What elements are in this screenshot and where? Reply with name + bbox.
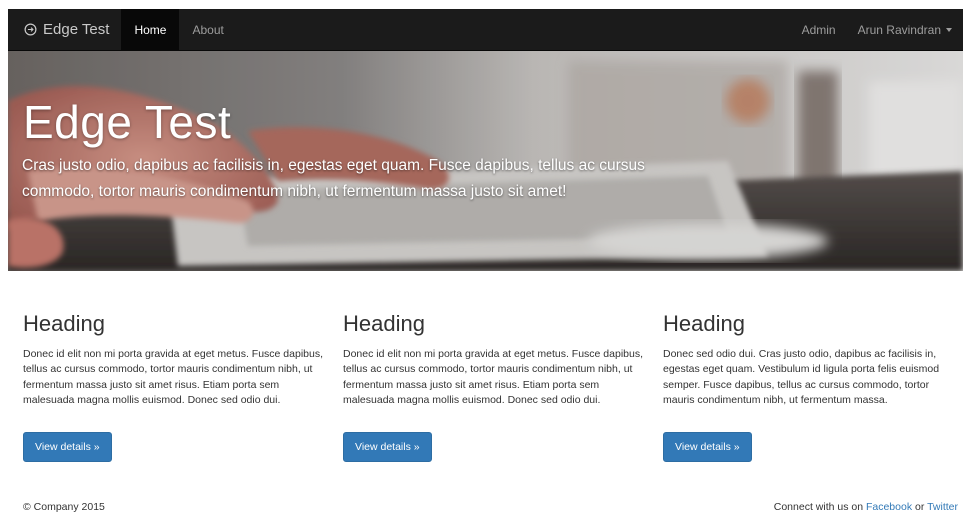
facebook-link[interactable]: Facebook: [866, 501, 912, 513]
hero-title: Edge Test: [23, 96, 232, 148]
column-text: Donec id elit non mi porta gravida at eg…: [23, 348, 323, 406]
chevron-down-icon: [946, 27, 952, 32]
top-navbar: Edge Test Home About Admin Arun Ravindra…: [8, 8, 963, 51]
view-details-button[interactable]: View details »: [663, 432, 752, 462]
hero-lead-text: Cras justo odio, dapibus ac facilisis in…: [22, 157, 645, 200]
copyright-text: © Company 2015: [23, 501, 105, 513]
circle-arrow-icon: [24, 23, 37, 36]
view-details-button[interactable]: View details »: [23, 432, 112, 462]
navbar-brand-label: Edge Test: [43, 21, 110, 38]
hero-jumbotron: Edge Test Cras justo odio, dapibus ac fa…: [8, 51, 963, 271]
twitter-link[interactable]: Twitter: [927, 501, 958, 513]
user-menu-label: Arun Ravindran: [857, 22, 941, 37]
column-text: Donec sed odio dui. Cras justo odio, dap…: [663, 348, 940, 406]
page-frame: Edge Test Home About Admin Arun Ravindra…: [8, 8, 963, 515]
column-heading: Heading: [343, 311, 425, 336]
connect-or: or: [912, 501, 928, 513]
navbar-brand[interactable]: Edge Test: [8, 9, 121, 51]
column-heading: Heading: [663, 311, 745, 336]
feature-column-3: Heading Donec sed odio dui. Cras justo o…: [663, 311, 963, 462]
connect-prefix: Connect with us on: [773, 501, 866, 513]
social-connect: Connect with us on Facebook or Twitter: [774, 501, 958, 513]
feature-column-2: Heading Donec id elit non mi porta gravi…: [343, 311, 643, 462]
navbar-right: Admin Arun Ravindran: [791, 9, 963, 51]
user-menu-dropdown[interactable]: Arun Ravindran: [847, 9, 963, 51]
nav-about[interactable]: About: [179, 9, 236, 51]
nav-home[interactable]: Home: [121, 8, 180, 51]
column-heading: Heading: [23, 311, 105, 336]
view-details-button[interactable]: View details »: [343, 432, 432, 462]
nav-admin[interactable]: Admin: [791, 9, 847, 51]
feature-column-1: Heading Donec id elit non mi porta gravi…: [23, 311, 323, 462]
column-text: Donec id elit non mi porta gravida at eg…: [343, 348, 643, 406]
